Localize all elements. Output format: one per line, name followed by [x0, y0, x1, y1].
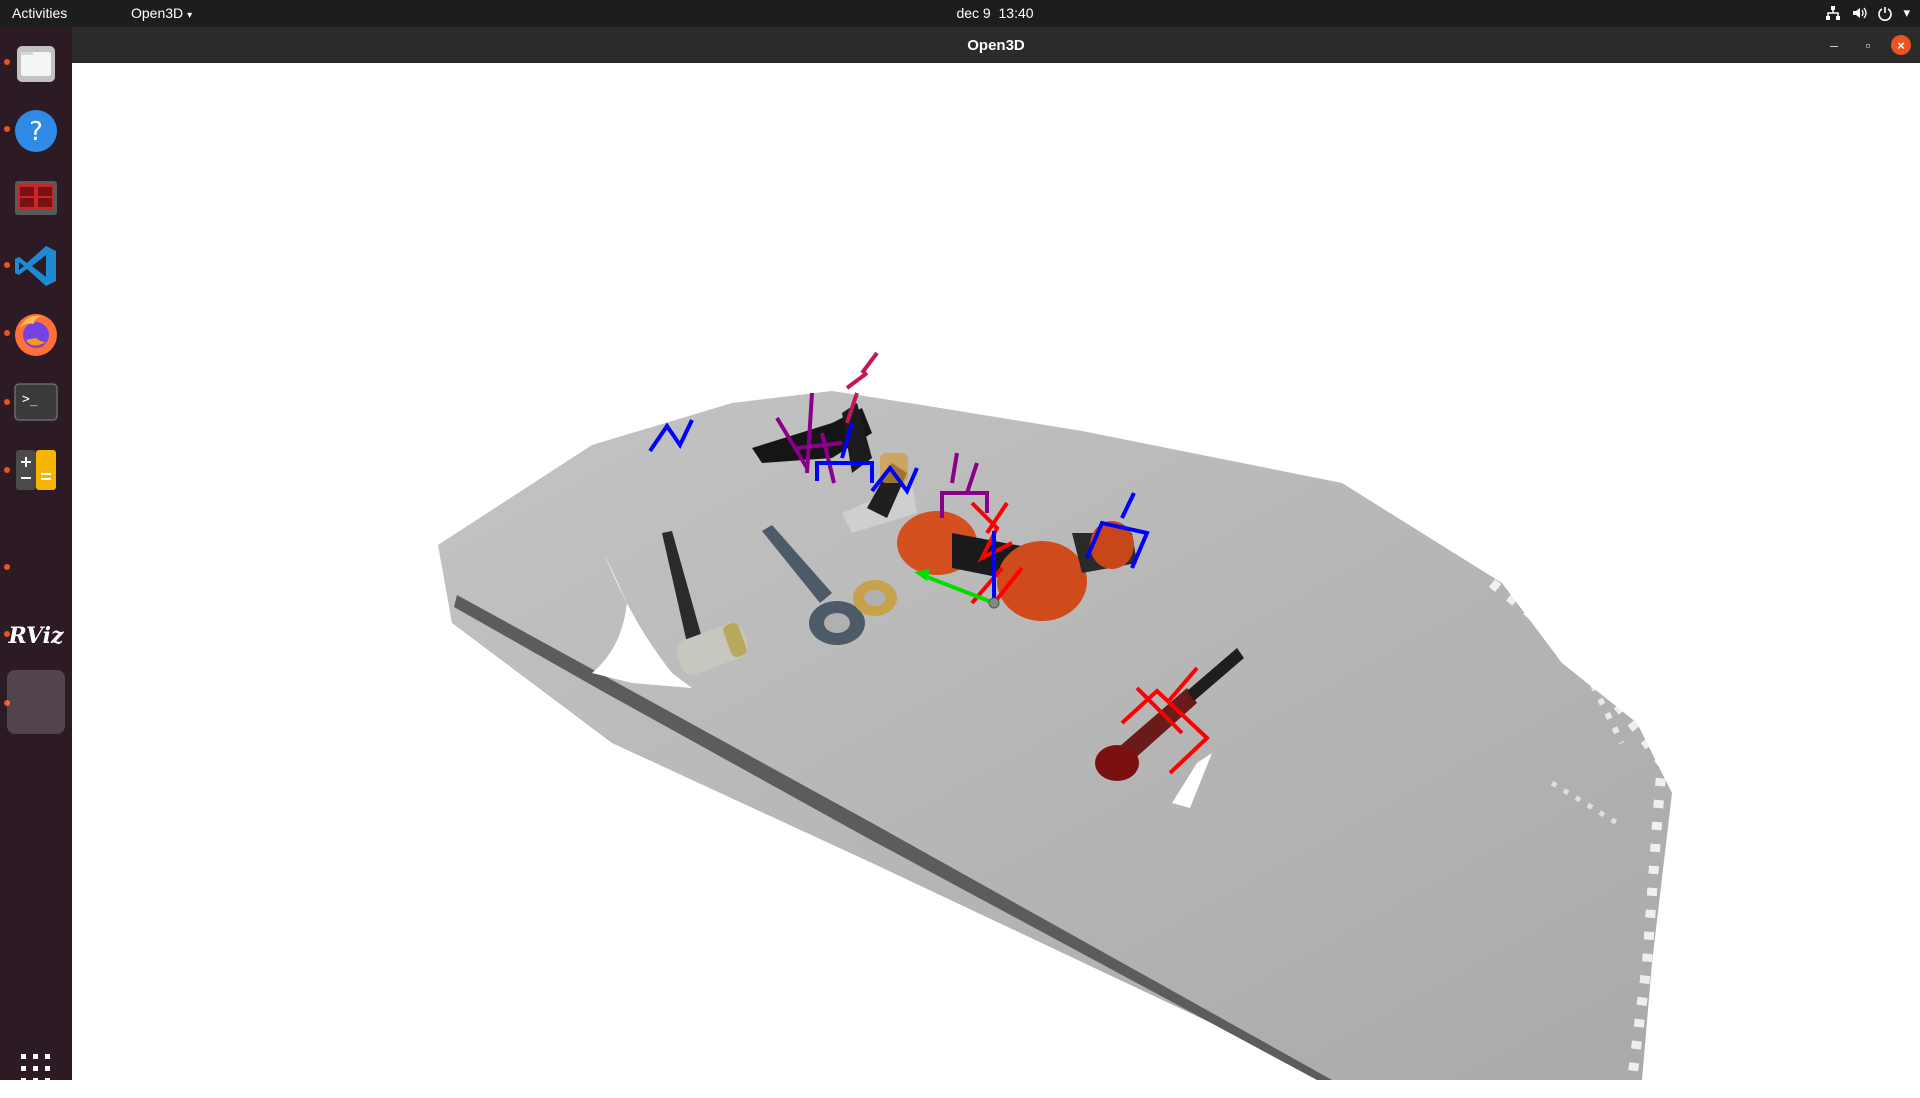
- window-titlebar[interactable]: Open3D – ▫ ×: [72, 27, 1920, 63]
- window-title: Open3D: [967, 37, 1025, 54]
- running-indicator: [4, 564, 10, 570]
- dock-item-remmina[interactable]: [7, 169, 65, 227]
- dock-item-vscode[interactable]: [7, 237, 65, 295]
- volume-icon: [1851, 3, 1868, 23]
- clock[interactable]: dec 9 13:40: [900, 5, 1090, 21]
- chevron-down-icon: ▾: [187, 10, 193, 21]
- svg-text:?: ?: [29, 117, 43, 147]
- app-menu-label: Open3D: [131, 5, 184, 21]
- 3d-viewport[interactable]: [72, 63, 1920, 1081]
- point-cloud-scene: [438, 351, 1672, 1081]
- network-icon: [1825, 3, 1841, 23]
- top-bar: Activities Open3D ▾ dec 9 13:40 ▾: [0, 0, 1920, 27]
- rviz-icon: RViz: [8, 623, 64, 649]
- dock-item-help[interactable]: ?: [7, 102, 65, 160]
- close-button[interactable]: ×: [1891, 35, 1911, 55]
- dock: ? >_ RViz: [0, 27, 72, 1083]
- firefox-icon: [15, 314, 57, 356]
- dock-item-open3d[interactable]: [7, 670, 65, 734]
- grid-icon: [21, 1054, 50, 1083]
- terminal-icon: >_: [14, 383, 58, 421]
- dock-item-firefox[interactable]: [7, 305, 65, 363]
- chevron-down-icon: ▾: [1903, 5, 1910, 20]
- calculator-icon: [16, 450, 56, 490]
- system-tray[interactable]: ▾: [1825, 3, 1910, 23]
- maximize-button[interactable]: ▫: [1858, 35, 1878, 55]
- open3d-window: Open3D – ▫ ×: [72, 27, 1920, 1081]
- table-point-cloud: [438, 391, 1672, 1081]
- dock-item-calculator[interactable]: [7, 441, 65, 499]
- vscode-icon: [15, 246, 56, 286]
- svg-text:>_: >_: [22, 392, 38, 407]
- show-apps-button[interactable]: [7, 1040, 65, 1098]
- remote-desktop-icon: [15, 181, 57, 215]
- dock-item-terminal[interactable]: >_: [7, 373, 65, 431]
- help-icon: ?: [15, 110, 57, 152]
- activities-button[interactable]: Activities: [12, 5, 67, 21]
- minimize-button[interactable]: –: [1824, 35, 1844, 55]
- power-icon: [1877, 3, 1893, 23]
- folder-icon: [17, 46, 55, 82]
- app-menu-button[interactable]: Open3D ▾: [131, 5, 192, 21]
- dock-item-rviz[interactable]: RViz: [7, 607, 65, 665]
- dock-item-files[interactable]: [7, 35, 65, 93]
